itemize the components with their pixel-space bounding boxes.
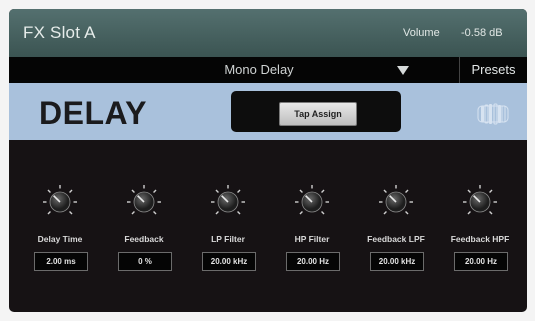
effect-selector-bar: Mono Delay Presets <box>9 57 527 83</box>
knob-label: Delay Time <box>37 234 83 244</box>
presonus-logo-icon <box>477 103 509 125</box>
fx-panel: FX Slot A Volume -0.58 dB Mono Delay Pre… <box>9 9 527 312</box>
rotary-knob-icon[interactable] <box>376 178 416 222</box>
title-bar: FX Slot A Volume -0.58 dB <box>9 9 527 57</box>
knob-value-field[interactable]: 2.00 ms <box>34 252 88 271</box>
knob-lp-filter: LP Filter 20.00 kHz <box>189 178 267 294</box>
knob-feedback: Feedback 0 % <box>105 178 183 294</box>
knob-label: Feedback HPF <box>450 234 510 244</box>
knob-feedback-lpf: Feedback LPF 20.00 kHz <box>357 178 435 294</box>
knob-value-field[interactable]: 20.00 kHz <box>370 252 424 271</box>
dropdown-arrow-icon[interactable] <box>397 66 409 75</box>
knob-label: LP Filter <box>211 234 245 244</box>
knob-hp-filter: HP Filter 20.00 Hz <box>273 178 351 294</box>
knob-delay-time: Delay Time 2.00 ms <box>21 178 99 294</box>
knob-label: HP Filter <box>294 234 330 244</box>
effect-header: DELAY Tap Assign <box>9 83 527 140</box>
knob-value-field[interactable]: 20.00 Hz <box>286 252 340 271</box>
effect-name-heading: DELAY <box>39 95 148 131</box>
knob-value-field[interactable]: 20.00 kHz <box>202 252 256 271</box>
presets-button[interactable]: Presets <box>460 57 527 83</box>
rotary-knob-icon[interactable] <box>208 178 248 222</box>
knob-label: Feedback LPF <box>367 234 425 244</box>
tap-assign-well: Tap Assign <box>231 91 401 132</box>
rotary-knob-icon[interactable] <box>124 178 164 222</box>
volume-value[interactable]: -0.58 dB <box>461 27 503 39</box>
knob-feedback-hpf: Feedback HPF 20.00 Hz <box>441 178 519 294</box>
rotary-knob-icon[interactable] <box>40 178 80 222</box>
knob-label: Feedback <box>124 234 164 244</box>
screenshot-frame: FX Slot A Volume -0.58 dB Mono Delay Pre… <box>0 0 535 321</box>
tap-assign-button[interactable]: Tap Assign <box>279 102 357 126</box>
knob-value-field[interactable]: 0 % <box>118 252 172 271</box>
rotary-knob-icon[interactable] <box>292 178 332 222</box>
fx-slot-title: FX Slot A <box>23 23 96 42</box>
knob-value-field[interactable]: 20.00 Hz <box>454 252 508 271</box>
effect-select[interactable]: Mono Delay <box>159 62 359 77</box>
volume-label: Volume <box>403 27 440 39</box>
rotary-knob-icon[interactable] <box>460 178 500 222</box>
